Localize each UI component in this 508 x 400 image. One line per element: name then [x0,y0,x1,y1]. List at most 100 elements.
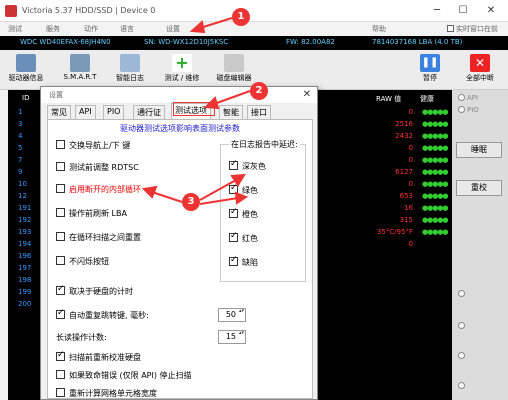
menu-service[interactable]: 服务 [46,24,60,34]
menu-test[interactable]: 测试 [8,24,22,34]
api-radio[interactable]: API [458,94,478,102]
opt-reset-loops[interactable]: 在循环扫描之间重置 [56,232,141,243]
auto-retry-spinner[interactable]: 50 [218,308,246,322]
device-firmware: FW: 82.00A82 [286,38,335,46]
stop-icon: ✕ [470,54,490,72]
pio-label: PIO [467,106,479,114]
close-button[interactable]: ✕ [484,4,498,18]
stop-all-button[interactable]: ✕ 全部中断 [456,52,504,88]
selection-highlight [173,102,215,116]
cb-log-orange [229,207,238,218]
test-repair-button[interactable]: + 测试 / 维修 [158,52,206,88]
disk-editor-button[interactable]: 磁盘编辑器 [210,52,258,88]
pio-radio-dot [458,106,465,113]
log-green-label: 绿色 [242,186,258,195]
opt-flush-lba[interactable]: 操作前刷新 LBA [56,208,127,219]
maximize-button[interactable]: ☐ [456,4,470,18]
smart-button[interactable]: S.M.A.R.T [56,52,104,88]
log-delay-group: 在日志报告中延迟: 深灰色 绿色 橙色 红色 缺陷 [220,139,306,282]
api-label: API [467,94,479,102]
tab-pio[interactable]: PIO [103,105,125,119]
cb-recalc-grid [56,388,65,397]
tab-api[interactable]: API [75,105,96,119]
recalibrate-button[interactable]: 重校 [456,180,502,196]
right-radio-d[interactable] [458,382,467,390]
pio-radio[interactable]: PIO [458,106,479,114]
right-radio-c-dot [458,352,465,359]
drive-info-label: 驱动器信息 [8,74,44,82]
device-serial: SN: WD-WX12D10J5KSC [144,38,229,46]
dialog-close-button[interactable]: ✕ [303,89,311,100]
annotation-badge-1: 1 [232,8,250,26]
annotation-badge-3: 3 [182,193,200,211]
tab-interface[interactable]: 接口 [247,105,271,119]
grid-row-health: ●●●●● [422,132,449,140]
grid-row-raw: 0 [408,156,413,164]
opt-recalc-grid[interactable]: 重新计算网格单元格宽度 [56,388,157,399]
opt-flush-lba-label: 操作前刷新 LBA [69,209,127,218]
smart-log-button[interactable]: 智能日志 [106,52,154,88]
grid-row-id: 194 [18,240,32,248]
opt-calibrate[interactable]: 扫描前重新校准硬盘 [56,350,141,363]
menu-action[interactable]: 动作 [84,24,98,34]
opt-internal-loop[interactable]: 启用断开的内部循环 [56,184,141,195]
opt-nav-keys[interactable]: 交换导航上/下 键 [56,140,130,151]
drive-info-button[interactable]: 驱动器信息 [2,52,50,88]
right-radio-c[interactable] [458,352,467,360]
grid-row-id: 198 [18,276,32,284]
log-defects[interactable]: 缺陷 [229,255,258,268]
menu-bar: 测试 服务 动作 语言 设置 帮助 实时窗口在前 [0,22,508,36]
stop-all-label: 全部中断 [466,74,494,82]
menu-language[interactable]: 语言 [120,24,134,34]
opt-auto-retry[interactable]: 自动重复跳转键, 毫秒: [56,308,149,321]
tab-smart[interactable]: 智能 [219,105,243,119]
test-options-panel: 驱动器测试选项影响表面测试参数 交换导航上/下 键 测试前调整 RDTSC 启用… [47,119,313,399]
grid-row-id: 3 [18,120,23,128]
opt-fatal-error-label: 如果致命错误 (仅限 API) 停止扫描 [69,371,192,380]
minimize-button[interactable]: ─ [430,4,444,18]
api-radio-dot [458,94,465,101]
app-icon [5,5,17,17]
opt-no-blink-label: 不闪烁按钮 [69,257,109,266]
menu-help[interactable]: 帮助 [372,24,386,34]
cb-log-defects [229,255,238,266]
grid-row-id: 197 [18,264,32,272]
cb-calibrate [56,350,65,361]
cb-flush-lba [56,208,65,217]
cb-log-red [229,231,238,242]
realtime-checkbox[interactable]: 实时窗口在前 [447,24,498,34]
grid-row-health: ●●●●● [422,216,449,224]
col-health: 健康 [420,95,434,103]
tab-passport[interactable]: 通行证 [133,105,165,119]
log-green[interactable]: 绿色 [229,183,258,196]
device-info-bar: WDC WD40EFAX-68JH4N0 SN: WD-WX12D10J5KSC… [0,36,508,50]
plus-icon: + [172,54,192,72]
long-op-count-spinner[interactable]: 15 [218,330,246,344]
grid-row-raw: 0 [408,240,413,248]
sleep-button[interactable]: 睡眠 [456,142,502,158]
tab-common[interactable]: 常见 [47,105,71,119]
right-radio-a[interactable] [458,290,467,298]
device-capacity: 7814037168 LBA (4.0 TB) [372,38,463,46]
cb-log-darkgray [229,159,238,170]
smart-log-icon [120,54,140,72]
log-red[interactable]: 红色 [229,231,258,244]
opt-rdtsc-label: 测试前调整 RDTSC [69,163,139,172]
opt-hdd-timer[interactable]: 取决于硬盘的计时 [56,284,133,297]
smart-log-label: 智能日志 [116,74,144,82]
test-repair-label: 测试 / 维修 [164,74,200,82]
log-orange[interactable]: 橙色 [229,207,258,220]
pause-button[interactable]: ❚❚ 暂停 [406,52,454,88]
cb-rdtsc [56,162,65,171]
right-radio-b[interactable] [458,322,467,330]
opt-no-blink[interactable]: 不闪烁按钮 [56,256,109,267]
opt-long-op-count: 长读操作计数: [56,332,107,343]
menu-settings[interactable]: 设置 [166,24,180,34]
grid-row-health: ●●●●● [422,156,449,164]
opt-rdtsc[interactable]: 测试前调整 RDTSC [56,162,139,173]
log-orange-label: 橙色 [242,210,258,219]
grid-row-health: ●●●●● [422,180,449,188]
dialog-title: 设置 [41,87,317,103]
opt-fatal-error[interactable]: 如果致命错误 (仅限 API) 停止扫描 [56,370,192,381]
log-darkgray[interactable]: 深灰色 [229,159,266,172]
